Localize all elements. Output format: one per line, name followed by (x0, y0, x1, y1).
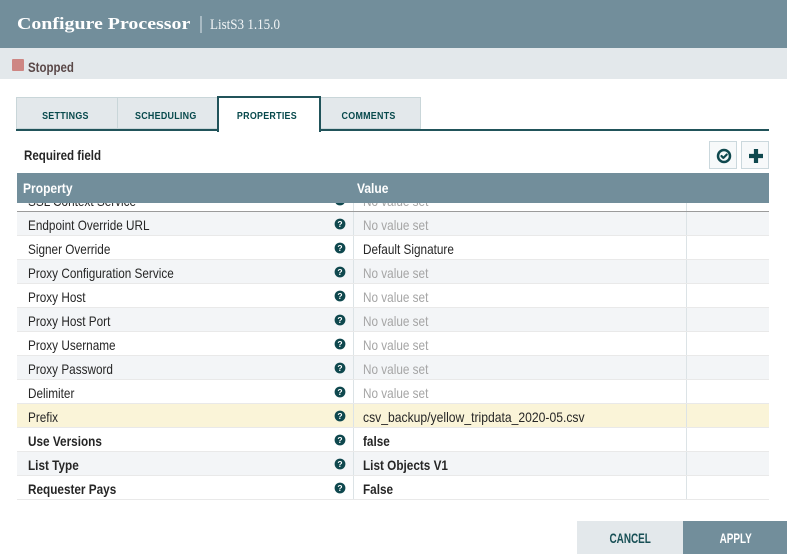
svg-text:?: ? (337, 315, 342, 325)
svg-text:?: ? (337, 435, 342, 445)
svg-text:?: ? (337, 459, 342, 469)
svg-text:?: ? (337, 339, 342, 349)
svg-text:?: ? (337, 411, 342, 421)
svg-text:?: ? (337, 483, 342, 493)
svg-text:?: ? (337, 291, 342, 301)
svg-text:?: ? (337, 219, 342, 229)
svg-text:?: ? (337, 203, 342, 205)
svg-text:?: ? (337, 267, 342, 277)
svg-text:?: ? (337, 363, 342, 373)
svg-text:?: ? (337, 243, 342, 253)
svg-text:?: ? (337, 387, 342, 397)
